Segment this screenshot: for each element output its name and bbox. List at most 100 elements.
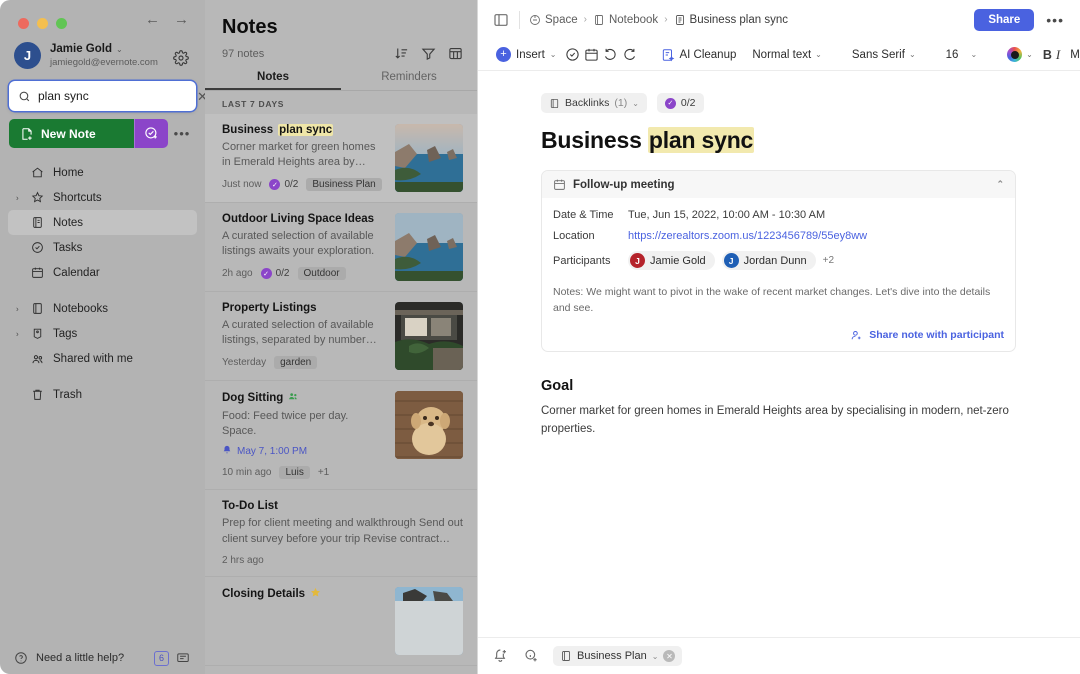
task-progress-chip[interactable]: ✓ 0/2	[657, 93, 704, 113]
ai-cleanup-label: AI Cleanup	[679, 49, 736, 61]
tab-notes[interactable]: Notes	[205, 71, 341, 90]
filter-icon[interactable]	[421, 46, 436, 61]
help-row[interactable]: Need a little help? 6	[0, 642, 205, 674]
search-input[interactable]	[38, 81, 193, 111]
note-snippet: Prep for client meeting and walkthrough …	[222, 516, 463, 546]
breadcrumb-notebook[interactable]: Notebook	[593, 14, 658, 26]
toolbar-redo-button[interactable]	[622, 44, 637, 66]
person-add-icon	[850, 329, 863, 342]
participant-chip[interactable]: J Jordan Dunn	[722, 251, 816, 270]
note-title: Outdoor Living Space Ideas	[222, 213, 385, 225]
home-icon	[30, 165, 45, 180]
account-name: Jamie Gold	[50, 42, 112, 56]
clear-search-icon[interactable]: ✕	[193, 90, 205, 103]
note-tag[interactable]: Business Plan	[306, 178, 381, 191]
note-snippet: Food: Feed twice per day. Space.	[222, 409, 385, 439]
notebook-icon	[593, 14, 605, 26]
editor-more-button[interactable]: •••	[1043, 12, 1067, 28]
note-list-title: Notes	[205, 0, 477, 39]
tab-reminders[interactable]: Reminders	[341, 71, 477, 90]
toolbar-undo-button[interactable]	[603, 44, 618, 66]
meeting-location-link[interactable]: https://zerealtors.zoom.us/1223456789/55…	[628, 230, 867, 242]
sidebar-item-tags[interactable]: › Tags	[8, 321, 197, 346]
italic-button[interactable]: I	[1056, 44, 1060, 66]
people-icon	[30, 351, 45, 366]
list-item[interactable]: Business plan sync Corner market for gre…	[205, 114, 477, 203]
chevron-down-icon[interactable]: ⌄	[652, 652, 659, 661]
sidebar-item-notes[interactable]: Notes	[8, 210, 197, 235]
chevron-right-icon[interactable]: ›	[16, 329, 19, 338]
sidebar-item-shortcuts[interactable]: › Shortcuts	[8, 185, 197, 210]
sidebar-item-notebooks[interactable]: › Notebooks	[8, 296, 197, 321]
forward-arrow-icon[interactable]: →	[174, 12, 189, 27]
backlinks-chip[interactable]: Backlinks (1) ⌄	[541, 93, 647, 113]
close-window-button[interactable]	[18, 18, 29, 29]
note-tag[interactable]: garden	[274, 356, 317, 369]
chevron-down-icon[interactable]: ⌄	[550, 50, 557, 59]
list-item[interactable]: Dog Sitting Food: Feed twice per day. Sp…	[205, 381, 477, 490]
gear-icon[interactable]	[173, 50, 189, 66]
task-progress-label: 0/2	[284, 179, 298, 190]
chevron-up-icon[interactable]: ⌃	[996, 179, 1004, 190]
meeting-card-header[interactable]: Follow-up meeting ⌃	[542, 171, 1015, 198]
new-note-button[interactable]: New Note	[9, 119, 134, 148]
section-body[interactable]: Corner market for green homes in Emerald…	[541, 402, 1016, 439]
list-item[interactable]: To-Do List Prep for client meeting and w…	[205, 490, 477, 576]
sidebar-item-label: Home	[53, 167, 84, 179]
search-box[interactable]: ✕	[9, 81, 196, 111]
page-title[interactable]: Business plan sync	[541, 127, 1016, 154]
chevron-right-icon[interactable]: ›	[16, 304, 19, 313]
note-tag-extra[interactable]: +1	[318, 467, 329, 478]
minimize-window-button[interactable]	[37, 18, 48, 29]
sidebar-item-home[interactable]: Home	[8, 160, 197, 185]
note-meta: 2 hrs ago	[222, 555, 463, 566]
account-row[interactable]: J Jamie Gold ⌄ jamiegold@evernote.com	[0, 34, 205, 75]
breadcrumb-note[interactable]: Business plan sync	[674, 14, 788, 26]
breadcrumb-label: Business plan sync	[690, 14, 788, 26]
note-tag[interactable]: Luis	[279, 466, 309, 479]
layout-icon[interactable]	[448, 46, 463, 61]
maximize-window-button[interactable]	[56, 18, 67, 29]
participant-chip[interactable]: J Jamie Gold	[628, 251, 715, 270]
share-note-with-participant-button[interactable]: Share note with participant	[553, 329, 1004, 342]
sidebar-more-button[interactable]: •••	[168, 119, 196, 148]
info-add-icon[interactable]	[523, 648, 540, 665]
close-icon[interactable]: ✕	[663, 650, 675, 662]
text-style-dropdown[interactable]: Normal text ⌄	[746, 46, 828, 64]
sort-icon[interactable]	[394, 46, 409, 61]
ai-cleanup-button[interactable]: AI Cleanup	[655, 45, 742, 65]
list-item[interactable]: Outdoor Living Space Ideas A curated sel…	[205, 203, 477, 292]
new-task-button[interactable]	[134, 119, 168, 148]
chat-icon[interactable]	[176, 651, 191, 666]
document-chips: Backlinks (1) ⌄ ✓ 0/2	[541, 93, 1016, 113]
chevron-right-icon[interactable]: ›	[16, 193, 19, 202]
sidebar-item-tasks[interactable]: Tasks	[8, 235, 197, 260]
insert-button[interactable]: + Insert ⌄	[491, 44, 561, 65]
sidebar-item-shared-with-me[interactable]: Shared with me	[8, 346, 197, 371]
bold-button[interactable]: B	[1043, 44, 1052, 66]
back-arrow-icon[interactable]: ←	[145, 12, 160, 27]
new-note-icon	[20, 127, 34, 141]
chevron-down-icon[interactable]: ⌄	[116, 45, 123, 55]
participants-overflow[interactable]: +2	[823, 255, 834, 266]
notebook-chip[interactable]: Business Plan ⌄ ✕	[553, 646, 682, 666]
text-color-button[interactable]: ⌄	[1001, 44, 1039, 65]
more-formatting-dropdown[interactable]: More ⌄	[1064, 46, 1080, 64]
task-check-icon: ✓	[665, 98, 676, 109]
font-size-dropdown[interactable]: 16 ⌄	[940, 46, 984, 64]
panel-toggle-icon[interactable]	[491, 10, 510, 29]
list-item[interactable]: Property Listings A curated selection of…	[205, 292, 477, 381]
backlinks-label: Backlinks	[565, 97, 609, 109]
toolbar-task-button[interactable]	[565, 44, 580, 66]
sidebar-item-trash[interactable]: Trash	[8, 382, 197, 407]
note-tag[interactable]: Outdoor	[298, 267, 346, 280]
list-item[interactable]: Closing Details	[205, 577, 477, 666]
share-button[interactable]: Share	[974, 9, 1034, 31]
sidebar-item-calendar[interactable]: Calendar	[8, 260, 197, 285]
bell-add-icon[interactable]	[493, 648, 510, 665]
toolbar-calendar-button[interactable]	[584, 44, 599, 66]
help-badge[interactable]: 6	[154, 651, 169, 666]
font-family-dropdown[interactable]: Sans Serif ⌄	[846, 46, 922, 64]
note-icon	[30, 215, 45, 230]
breadcrumb-space[interactable]: Space	[529, 14, 578, 26]
